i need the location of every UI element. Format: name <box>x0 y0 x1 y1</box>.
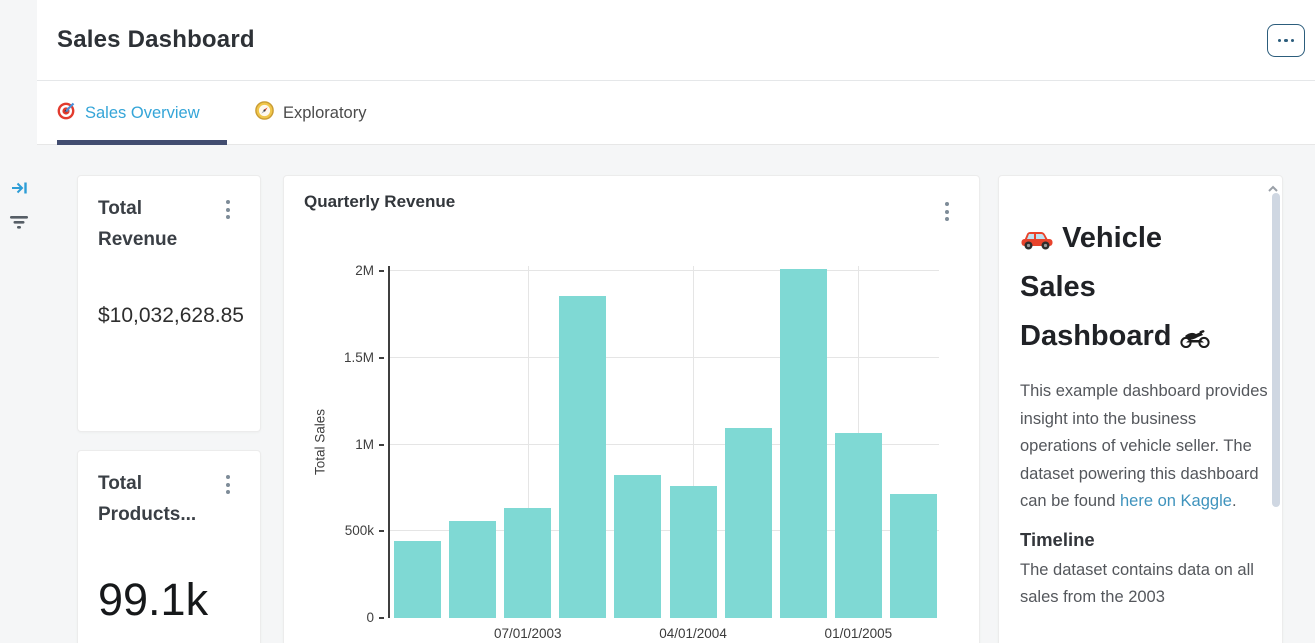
card-menu-button[interactable] <box>224 473 232 496</box>
tab-exploratory[interactable]: Exploratory <box>255 81 366 145</box>
bar-01/01/2005[interactable] <box>835 433 882 618</box>
more-options-button[interactable] <box>1267 24 1305 57</box>
y-tick-mark <box>379 444 384 446</box>
dashboard-viewport: Sales Dashboard Sales Overview <box>0 0 1315 643</box>
total-revenue-card: Total Revenue $10,032,628.85 <box>77 175 261 432</box>
kebab-icon <box>226 475 230 479</box>
bar-10/01/2003[interactable] <box>559 296 606 618</box>
card-menu-button[interactable] <box>224 198 232 221</box>
bar-04/01/2005[interactable] <box>890 494 937 618</box>
page-title: Sales Dashboard <box>57 26 255 54</box>
expand-sidebar-button[interactable] <box>8 180 30 200</box>
card-menu-button[interactable] <box>943 200 951 223</box>
y-tick-mark <box>379 530 384 532</box>
header: Sales Dashboard <box>37 0 1315 81</box>
quarterly-revenue-card: Quarterly Revenue Total Sales 0500k1M1.5… <box>283 175 980 643</box>
bar-04/01/2003[interactable] <box>449 521 496 618</box>
y-tick-label: 2M <box>355 262 374 280</box>
tab-bar: Sales Overview Exploratory <box>37 81 1315 145</box>
compass-icon <box>255 101 274 125</box>
panel-scrollbar-thumb[interactable] <box>1272 193 1280 507</box>
info-panel-content: Vehicle Sales Dashboard This example das… <box>1020 214 1268 612</box>
bar-07/01/2004[interactable] <box>725 428 772 618</box>
gridline <box>390 270 939 271</box>
chart-title: Quarterly Revenue <box>304 192 455 212</box>
y-tick-mark <box>379 357 384 359</box>
tab-sales-overview[interactable]: Sales Overview <box>57 81 227 145</box>
timeline-heading: Timeline <box>1020 529 1268 551</box>
y-tick-label: 1.5M <box>344 349 374 367</box>
plot-area[interactable]: 07/01/200304/01/200401/01/2005 <box>388 266 939 618</box>
y-tick-label: 0 <box>366 609 374 627</box>
bar-10/01/2004[interactable] <box>780 269 827 618</box>
ellipsis-icon <box>1278 39 1282 43</box>
panel-heading: Vehicle Sales Dashboard <box>1020 214 1268 361</box>
bar-04/01/2004[interactable] <box>670 486 717 618</box>
bar-01/01/2004[interactable] <box>614 475 661 618</box>
y-tick-label: 500k <box>345 522 374 540</box>
card-title: Total Products... <box>98 468 220 530</box>
total-products-card: Total Products... 99.1k <box>77 450 261 643</box>
bar-01/01/2003[interactable] <box>394 541 441 618</box>
total-revenue-value: $10,032,628.85 <box>98 304 244 328</box>
x-tick-label: 07/01/2003 <box>494 626 562 641</box>
y-tick-mark <box>379 617 384 619</box>
card-title: Total Revenue <box>98 193 220 255</box>
car-emoji-icon <box>1020 222 1054 254</box>
total-products-value: 99.1k <box>98 577 208 622</box>
bar-07/01/2003[interactable] <box>504 508 551 618</box>
tab-label: Exploratory <box>283 104 366 123</box>
y-tick-mark <box>379 270 384 272</box>
target-icon <box>57 101 76 125</box>
kebab-icon <box>226 200 230 204</box>
expand-arrow-icon <box>11 180 28 201</box>
left-rail <box>0 0 37 643</box>
motorcycle-emoji-icon <box>1180 320 1210 352</box>
filter-button[interactable] <box>8 214 30 234</box>
gridline <box>390 357 939 358</box>
timeline-text: The dataset contains data on all sales f… <box>1020 557 1268 612</box>
panel-description: This example dashboard provides insight … <box>1020 378 1268 516</box>
y-tick-label: 1M <box>355 436 374 454</box>
tab-label: Sales Overview <box>85 104 200 123</box>
x-tick-label: 01/01/2005 <box>825 626 893 641</box>
info-panel-card: Vehicle Sales Dashboard This example das… <box>998 175 1283 643</box>
kaggle-link[interactable]: here on Kaggle <box>1120 492 1232 510</box>
filter-icon <box>9 214 29 235</box>
y-axis-labels: 0500k1M1.5M2M <box>284 266 386 618</box>
x-tick-label: 04/01/2004 <box>659 626 727 641</box>
scroll-up-arrow-icon[interactable] <box>1267 181 1279 191</box>
kebab-icon <box>945 202 949 206</box>
